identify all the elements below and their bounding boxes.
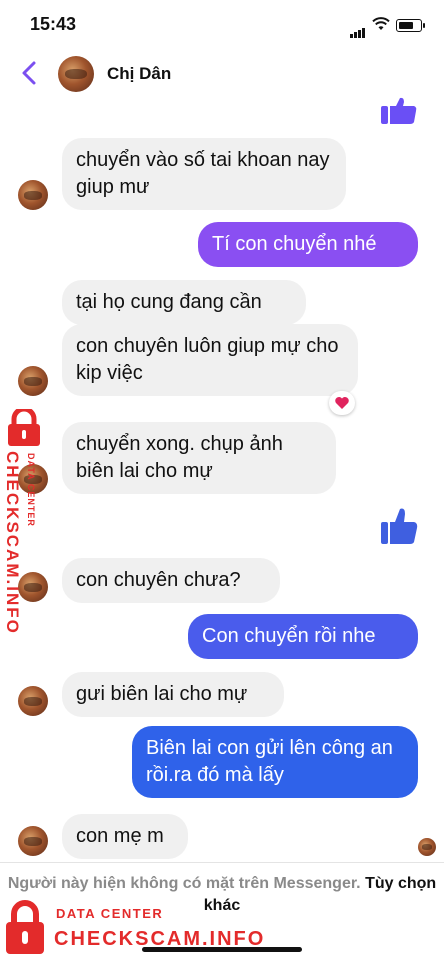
sender-avatar [18, 826, 48, 856]
battery-icon [396, 19, 425, 32]
contact-avatar[interactable] [58, 56, 94, 92]
message-incoming[interactable]: chuyển vào số tai khoan nay giup mư [62, 138, 346, 210]
sender-avatar [18, 686, 48, 716]
lock-icon [8, 409, 40, 446]
watermark-label: DATA CENTER [56, 906, 164, 921]
watermark-brand: CHECKSCAM.INFO [3, 451, 22, 635]
seen-indicator-avatar [418, 838, 436, 856]
message-incoming[interactable]: con mẹ m [62, 814, 188, 859]
message-outgoing[interactable]: Tí con chuyển nhé [198, 222, 418, 267]
message-outgoing[interactable]: Con chuyển rồi nhe [188, 614, 418, 659]
message-outgoing[interactable]: Biên lai con gửi lên công an rồi.ra đó m… [132, 726, 418, 798]
status-bar: 15:43 [0, 0, 444, 48]
lock-icon [6, 900, 44, 954]
message-incoming[interactable]: tại họ cung đang cần [62, 280, 306, 325]
message-incoming[interactable]: con chuyên luôn giup mự cho kip việc [62, 324, 358, 396]
status-time: 15:43 [30, 14, 77, 34]
watermark-label: DATA CENTER [26, 453, 36, 527]
chat-header: Chị Dân [0, 48, 444, 100]
back-arrow-icon[interactable] [20, 60, 38, 86]
thumbs-up-sticker [381, 97, 417, 124]
sender-avatar [18, 366, 48, 396]
watermark-side: CHECKSCAM.INFO DATA CENTER [0, 405, 46, 635]
reaction-badge[interactable] [329, 391, 355, 415]
heart-icon [335, 397, 349, 409]
notice-text: Người này hiện không có mặt trên Messeng… [7, 875, 361, 892]
watermark-brand: CHECKSCAM.INFO [54, 928, 266, 950]
sender-avatar [18, 180, 48, 210]
wifi-icon [372, 17, 390, 30]
signal-icon [350, 20, 366, 38]
message-incoming[interactable]: gưi biên lai cho mự [62, 672, 284, 717]
thumbs-up-sticker [381, 508, 418, 544]
message-incoming[interactable]: con chuyên chưa? [62, 558, 280, 603]
message-incoming[interactable]: chuyển xong. chụp ảnh biên lai cho mự [62, 422, 336, 494]
contact-name[interactable]: Chị Dân [107, 64, 171, 84]
